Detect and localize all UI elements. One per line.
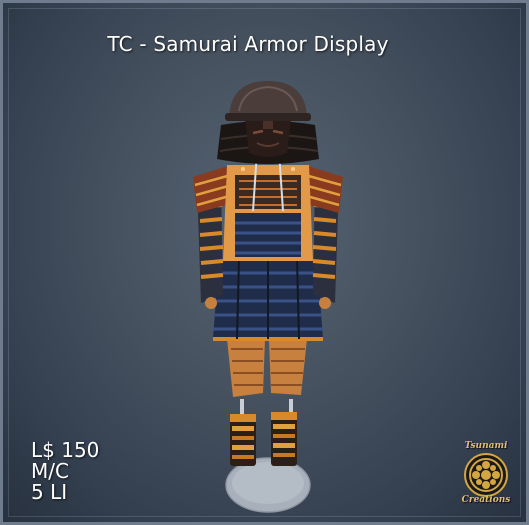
armor-skirt (213, 258, 323, 341)
shin-guard-left (230, 414, 256, 466)
helmet-bowl (225, 81, 311, 121)
logo-bottom-text: Creations (461, 495, 511, 505)
tsunami-creations-logo: Tsunami Creations (451, 437, 521, 509)
logo-emblem-icon (464, 453, 508, 497)
samurai-armor-illustration (193, 81, 343, 513)
product-title: TC - Samurai Armor Display (107, 32, 389, 56)
product-details: L$ 150 M/C 5 LI (31, 440, 99, 503)
face-mask (245, 119, 291, 157)
logo-top-text: Tsunami (464, 441, 508, 451)
land-impact-label: 5 LI (31, 480, 68, 504)
permissions-label: M/C (31, 459, 69, 483)
samurai-armor-image (183, 81, 353, 521)
shin-guard-right (271, 412, 297, 466)
thigh-guards (227, 339, 307, 397)
price-label: L$ 150 (31, 438, 100, 462)
chest-plate (223, 165, 313, 261)
product-ad-panel: TC - Samurai Armor Display L$ 150 M/C 5 … (0, 0, 529, 525)
